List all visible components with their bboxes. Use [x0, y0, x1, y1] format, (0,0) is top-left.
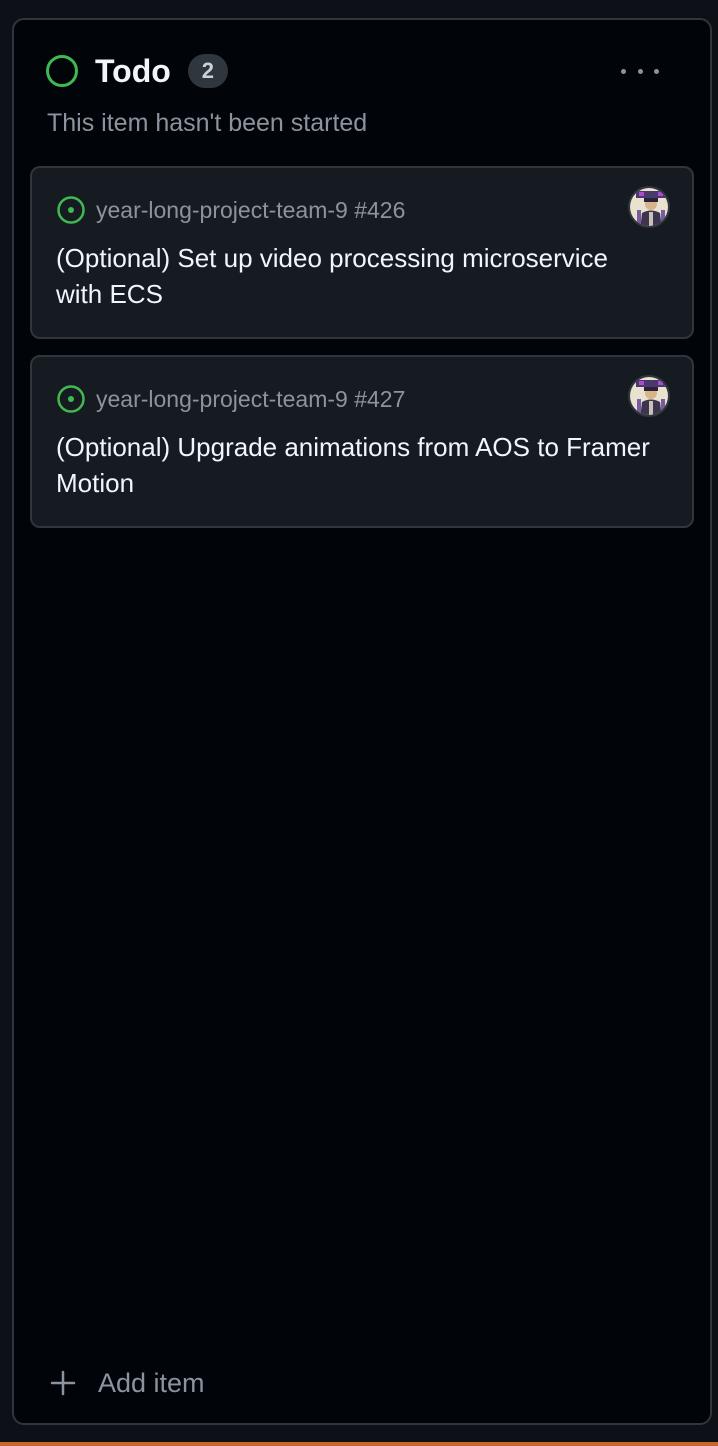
issue-card[interactable]: year-long-project-team-9 #426 (Optional)…	[30, 166, 694, 339]
status-circle-icon	[46, 55, 78, 87]
card-title[interactable]: (Optional) Set up video processing micro…	[56, 240, 656, 312]
issue-card[interactable]: year-long-project-team-9 #427 (Optional)…	[30, 355, 694, 528]
column-title: Todo	[95, 53, 171, 89]
card-repo-reference[interactable]: year-long-project-team-9 #426	[96, 197, 405, 224]
card-meta: year-long-project-team-9 #427	[56, 383, 405, 415]
card-meta: year-long-project-team-9 #426	[56, 194, 405, 226]
issue-opened-icon	[57, 196, 85, 224]
more-dot-icon	[654, 68, 659, 74]
card-list: year-long-project-team-9 #426 (Optional)…	[30, 166, 694, 544]
avatar-image	[630, 188, 668, 226]
plus-icon	[50, 1370, 76, 1396]
issue-opened-icon	[57, 385, 85, 413]
more-dot-icon	[621, 68, 626, 74]
column-options-button[interactable]	[616, 58, 664, 84]
window-bottom-edge	[0, 1442, 718, 1446]
add-item-button[interactable]: Add item	[50, 1365, 205, 1401]
card-repo-reference[interactable]: year-long-project-team-9 #427	[96, 386, 405, 413]
more-dot-icon	[637, 68, 643, 74]
card-title[interactable]: (Optional) Upgrade animations from AOS t…	[56, 429, 656, 501]
assignee-avatar[interactable]	[628, 186, 670, 228]
add-item-label: Add item	[98, 1367, 205, 1398]
board-column-todo: Todo 2 This item hasn't been started yea…	[12, 18, 712, 1425]
column-header: Todo 2	[46, 54, 228, 88]
assignee-avatar[interactable]	[628, 375, 670, 417]
item-count-badge: 2	[187, 54, 228, 88]
avatar-image	[630, 377, 668, 415]
column-description: This item hasn't been started	[47, 109, 368, 137]
